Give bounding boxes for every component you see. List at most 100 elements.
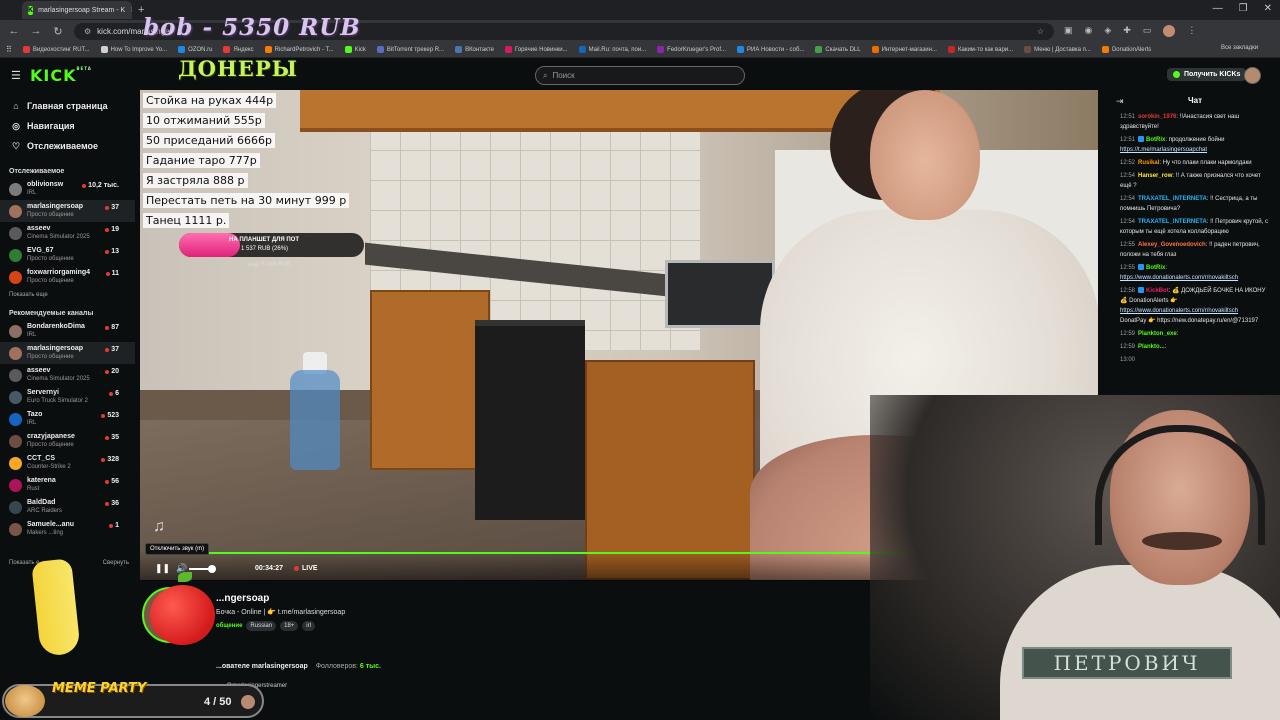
category-link[interactable]: общение [216,623,242,629]
bot-badge-icon [1138,264,1145,271]
extension-icon[interactable]: ◈ [1104,25,1111,37]
bookmark-item[interactable]: Меню | Доставка п... [1024,46,1091,53]
reload-icon[interactable]: ↻ [52,25,64,38]
chat-username[interactable]: Alexey_Govenoedovich [1138,242,1206,248]
live-badge[interactable]: LIVE [294,565,318,572]
sidebar-channel-item[interactable]: foxwarriorgaming4 Просто общение 11 [0,266,135,288]
bookmark-item[interactable]: Интернет-магазин... [871,46,937,53]
bookmark-item[interactable]: FedorKrueger's Prof... [657,46,726,53]
chat-username[interactable]: Rusikal [1138,160,1159,166]
sidebar-nav-item[interactable]: ♡ Отслеживаемое [0,136,135,156]
profile-avatar[interactable] [1163,25,1176,37]
channel-name: crazyjapanese [27,433,75,440]
minimize-icon[interactable]: — [1213,3,1223,14]
sidebar-channel-item[interactable]: Servernyi Euro Truck Simulator 2 6 [0,386,135,408]
live-dot-icon [105,479,110,484]
chat-username[interactable]: BotRix [1146,137,1165,143]
bookmark-item[interactable]: RichardPetrovich - T... [264,46,334,53]
search-input[interactable]: ⌕ Поиск [535,66,745,85]
chat-username[interactable]: Plankton_exe [1138,331,1177,337]
channel-name[interactable]: ...ngersoap [216,593,269,604]
sidebar-channel-item[interactable]: katerena Rust 56 [0,474,135,496]
bookmark-item[interactable]: DonationAlerts [1101,46,1151,53]
user-avatar[interactable] [1244,67,1261,84]
stream-title: Бочка - Online | 👉 t.me/marlasingersoap [216,609,346,616]
sidebar-nav-item[interactable]: ⌂ Главная страница [0,96,135,116]
bookmark-item[interactable]: How To Improve Yo... [100,46,167,53]
bookmark-item[interactable]: Mail.Ru: почта, пои... [578,46,646,53]
bookmark-item[interactable]: Горячие Новинки... [504,46,568,53]
following-show-more[interactable]: Показать еще [0,292,135,298]
sidebar-channel-item[interactable]: CCT_CS Counter-Strike 2 328 [0,452,135,474]
recommended-title: Рекомендуемые каналы [9,310,94,317]
bookmark-item[interactable]: OZON.ru [178,46,212,53]
chat-link[interactable]: https://t.me/marlasingersoapchat [1120,147,1207,153]
chat-username[interactable]: Plankto... [1138,344,1165,350]
browser-tab[interactable]: K marlasingersoap Stream - K ✕ [22,1,132,19]
sidebar-channel-item[interactable]: Samuele...anu Makers ...ting 1 [0,518,135,540]
sidepanel-icon[interactable]: ▭ [1143,25,1152,37]
sidebar-channel-item[interactable]: asseev Cinema Simulator 2025 19 [0,222,135,244]
chat-extra: DonatPay 👉 https://new.donatepay.ru/en/@… [1120,318,1259,324]
sidebar-channel-item[interactable]: oblivionsw IRL 10,2 тыс. [0,178,135,200]
chat-username[interactable]: TRAXATEL_INTERNETA [1138,196,1207,202]
bookmark-item[interactable]: Видеохостинг RUT... [22,46,90,53]
sidebar-channel-item[interactable]: asseev Cinema Simulator 2025 20 [0,364,135,386]
bookmark-star-icon[interactable]: ☆ [1037,27,1044,36]
channel-avatar [9,248,22,262]
collapse-chat-icon[interactable]: ⇥ [1116,96,1124,107]
tag[interactable]: 18+ [280,621,299,631]
sidebar-nav-item[interactable]: ◎ Навигация [0,116,135,136]
channel-text: BondarenkoDima IRL [27,323,85,339]
site-info-icon[interactable]: ⚙ [84,27,91,36]
bookmark-item[interactable]: Каким-то как вари... [947,46,1013,53]
bookmark-item[interactable]: Яндекс [223,46,254,53]
tag[interactable]: Russian [246,621,277,631]
price-list-item: 10 отжиманий 555р [143,113,265,128]
kick-logo[interactable]: KICKBETA [30,66,92,85]
bookmark-item[interactable]: BitTorrent трекер R... [376,46,444,53]
sidebar-channel-item[interactable]: BondarenkoDima IRL 87 [0,320,135,342]
sidebar-channel-item[interactable]: crazyjapanese Просто общение 35 [0,430,135,452]
all-bookmarks[interactable]: Все закладки [1221,45,1258,51]
get-kicks-button[interactable]: Получить KICKs [1167,68,1247,81]
viewer-count: 328 [101,456,119,463]
chat-username[interactable]: sorokin_1976 [1138,114,1176,120]
sidebar-channel-item[interactable]: marlasingersoap Просто общение 37 [0,342,135,364]
pause-icon[interactable]: ❚❚ [155,563,170,574]
bookmark-item[interactable]: РИА Новости - соб... [737,46,804,53]
bookmark-item[interactable]: Kick [344,46,366,53]
close-tab-icon[interactable]: ✕ [130,6,132,14]
chat-username[interactable]: TRAXATEL_INTERNETA [1138,219,1207,225]
bookmark-label: РИА Новости - соб... [747,46,805,53]
bookmark-item[interactable]: Скачать DLL [815,46,861,53]
collapse-link[interactable]: Свернуть [103,560,129,566]
viewer-count: 6 [109,390,119,397]
puzzle-icon[interactable]: ✚ [1123,25,1131,37]
chat-link[interactable]: https://www.donationalerts.com/r/novakil… [1120,308,1238,314]
sidebar-channel-item[interactable]: EVG_67 Просто общение 13 [0,244,135,266]
menu-dots-icon[interactable]: ⋮ [1187,25,1196,37]
back-icon[interactable]: ← [8,25,20,37]
volume-knob[interactable] [208,565,216,573]
chat-link[interactable]: https://www.donationalerts.com/r/novakil… [1120,275,1238,281]
sidebar-channel-item[interactable]: Tazo IRL 523 [0,408,135,430]
sidebar-channel-item[interactable]: BaldDad ARC Raiders 36 [0,496,135,518]
bookmark-item[interactable]: ВКонтакте [455,46,494,53]
menu-icon[interactable]: ☰ [11,69,21,82]
channel-category: Counter-Strike 2 [27,464,71,470]
apps-icon[interactable]: ⠿ [6,45,12,54]
chat-username[interactable]: BotRix [1146,265,1165,271]
bookmark-label: OZON.ru [188,46,213,53]
extension-icon[interactable]: ▣ [1064,25,1073,37]
tab-title: marlasingersoap Stream - K [38,6,126,14]
maximize-icon[interactable]: ❐ [1239,3,1248,14]
sidebar-channel-item[interactable]: marlasingersoap Просто общение 37 [0,200,135,222]
extension-icon[interactable]: ◉ [1085,25,1093,37]
chat-username[interactable]: KickBot [1146,288,1169,294]
chat-username[interactable]: Hanser_row [1138,173,1172,179]
close-window-icon[interactable]: ✕ [1264,3,1272,14]
forward-icon[interactable]: → [30,25,42,37]
tag[interactable]: irl [302,621,315,631]
window-controls: — ❐ ✕ [1213,3,1272,14]
